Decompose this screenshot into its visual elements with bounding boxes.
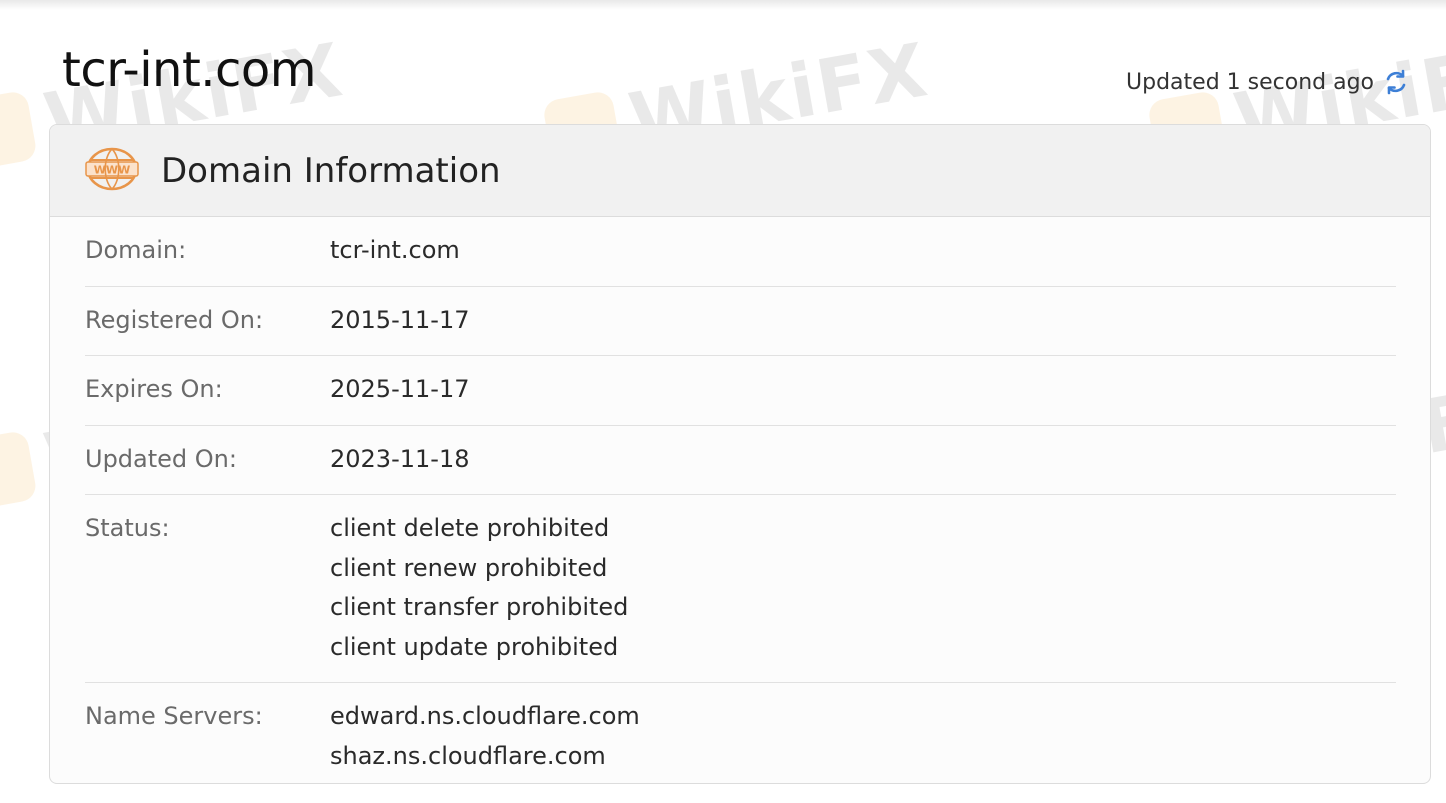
row-label: Expires On: (85, 375, 223, 403)
card-header: WWW Domain Information (50, 125, 1430, 217)
row-domain: Domain: tcr-int.com (85, 217, 1396, 287)
row-value: 2025-11-17 (330, 370, 469, 410)
value-line: 2023-11-18 (330, 444, 470, 473)
row-label: Status: (85, 514, 170, 542)
row-value: tcr-int.com (330, 231, 460, 271)
row-label: Name Servers: (85, 702, 263, 730)
row-label: Registered On: (85, 305, 264, 334)
value-line: client renew prohibited (330, 553, 608, 582)
row-status: Status: client delete prohibited client … (85, 495, 1396, 683)
value-line: client update prohibited (330, 632, 619, 661)
row-label: Domain: (85, 236, 187, 264)
domain-info-card: WWW Domain Information Domain: tcr-int.c… (49, 124, 1431, 784)
value-line: 2025-11-17 (330, 375, 470, 403)
card-title: Domain Information (161, 150, 501, 191)
value-line: 2015-11-17 (330, 305, 470, 334)
row-value: edward.ns.cloudflare.com shaz.ns.cloudfl… (330, 697, 640, 776)
page-title: tcr-int.com (62, 42, 317, 98)
www-icon: WWW (85, 146, 161, 196)
row-value: 2023-11-18 (330, 440, 469, 480)
value-line: client transfer prohibited (330, 593, 629, 621)
row-name-servers: Name Servers: edward.ns.cloudflare.com s… (85, 683, 1396, 783)
watermark-logo (0, 429, 38, 511)
value-line: edward.ns.cloudflare.com (330, 702, 640, 730)
top-shadow (0, 0, 1446, 10)
row-updated-on: Updated On: 2023-11-18 (85, 426, 1396, 495)
row-expires-on: Expires On: 2025-11-17 (85, 356, 1396, 426)
value-line: tcr-int.com (330, 236, 460, 264)
value-line: client delete prohibited (330, 514, 610, 542)
refresh-icon[interactable] (1382, 68, 1410, 96)
updated-text: Updated 1 second ago (1126, 69, 1374, 95)
info-rows: Domain: tcr-int.com Registered On: 2015-… (50, 217, 1430, 783)
row-label: Updated On: (85, 444, 237, 473)
row-registered-on: Registered On: 2015-11-17 (85, 287, 1396, 356)
row-value: client delete prohibited client renew pr… (330, 509, 628, 667)
row-value: 2015-11-17 (330, 301, 469, 341)
svg-text:WWW: WWW (94, 163, 130, 176)
watermark-logo (0, 89, 38, 171)
value-line: shaz.ns.cloudflare.com (330, 741, 606, 770)
updated-status: Updated 1 second ago (1126, 68, 1410, 96)
